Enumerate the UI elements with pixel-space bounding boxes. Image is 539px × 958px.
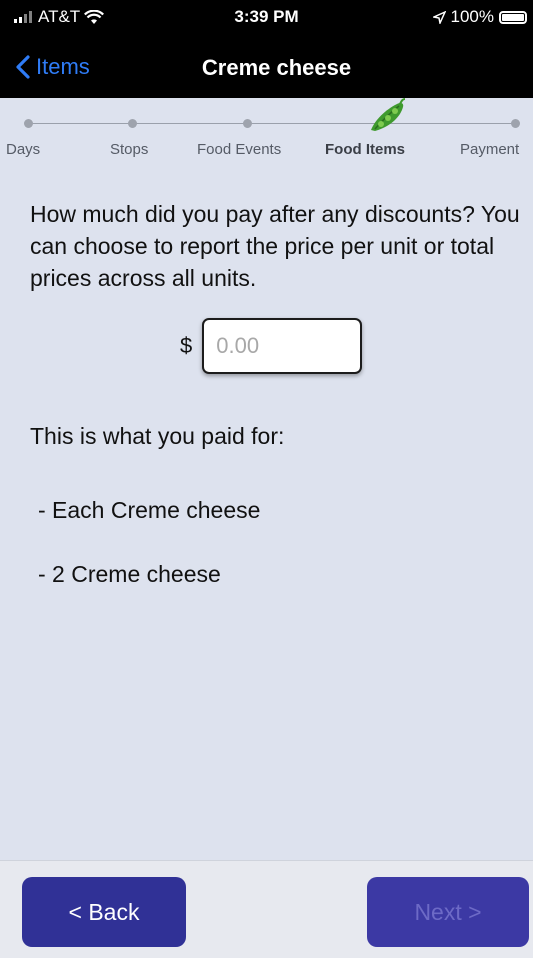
back-to-items-button[interactable]: Items	[16, 54, 90, 80]
footer-bar: < Back Next >	[0, 860, 533, 958]
back-button[interactable]: < Back	[22, 877, 186, 947]
status-bar: AT&T 3:39 PM 100%	[0, 0, 533, 40]
back-button-label: Items	[36, 54, 90, 79]
chevron-left-icon	[16, 55, 30, 79]
status-right: 100%	[432, 7, 527, 27]
navigation-bar: Creme cheese Items	[0, 40, 533, 98]
step-dot-days	[24, 119, 33, 128]
price-row: $	[180, 318, 363, 374]
paid-for-heading: This is what you paid for:	[30, 423, 285, 449]
step-label-food-events: Food Events	[197, 141, 282, 158]
pea-pod-icon	[371, 98, 406, 131]
price-input[interactable]	[202, 318, 363, 374]
question-text: How much did you pay after any discounts…	[30, 201, 520, 291]
paid-for-item: - 2 Creme cheese	[38, 561, 221, 587]
step-label-payment: Payment	[460, 141, 520, 158]
step-dot-payment	[511, 119, 520, 128]
step-label-days: Days	[6, 141, 41, 158]
progress-line	[26, 123, 519, 124]
step-dot-stops	[128, 119, 137, 128]
location-arrow-icon	[432, 10, 446, 24]
step-dot-food-events	[243, 119, 252, 128]
paid-for-item: - Each Creme cheese	[38, 497, 261, 523]
step-label-stops: Stops	[110, 141, 149, 158]
battery-icon	[499, 10, 527, 24]
progress-steps: Days Stops Food Events Food Items Paymen…	[0, 98, 533, 168]
currency-symbol: $	[180, 333, 193, 358]
step-label-food-items: Food Items	[325, 141, 406, 158]
battery-percent: 100%	[450, 7, 494, 26]
next-button[interactable]: Next >	[367, 877, 529, 947]
app-frame: AT&T 3:39 PM 100% Creme cheese Items Day…	[0, 0, 533, 958]
